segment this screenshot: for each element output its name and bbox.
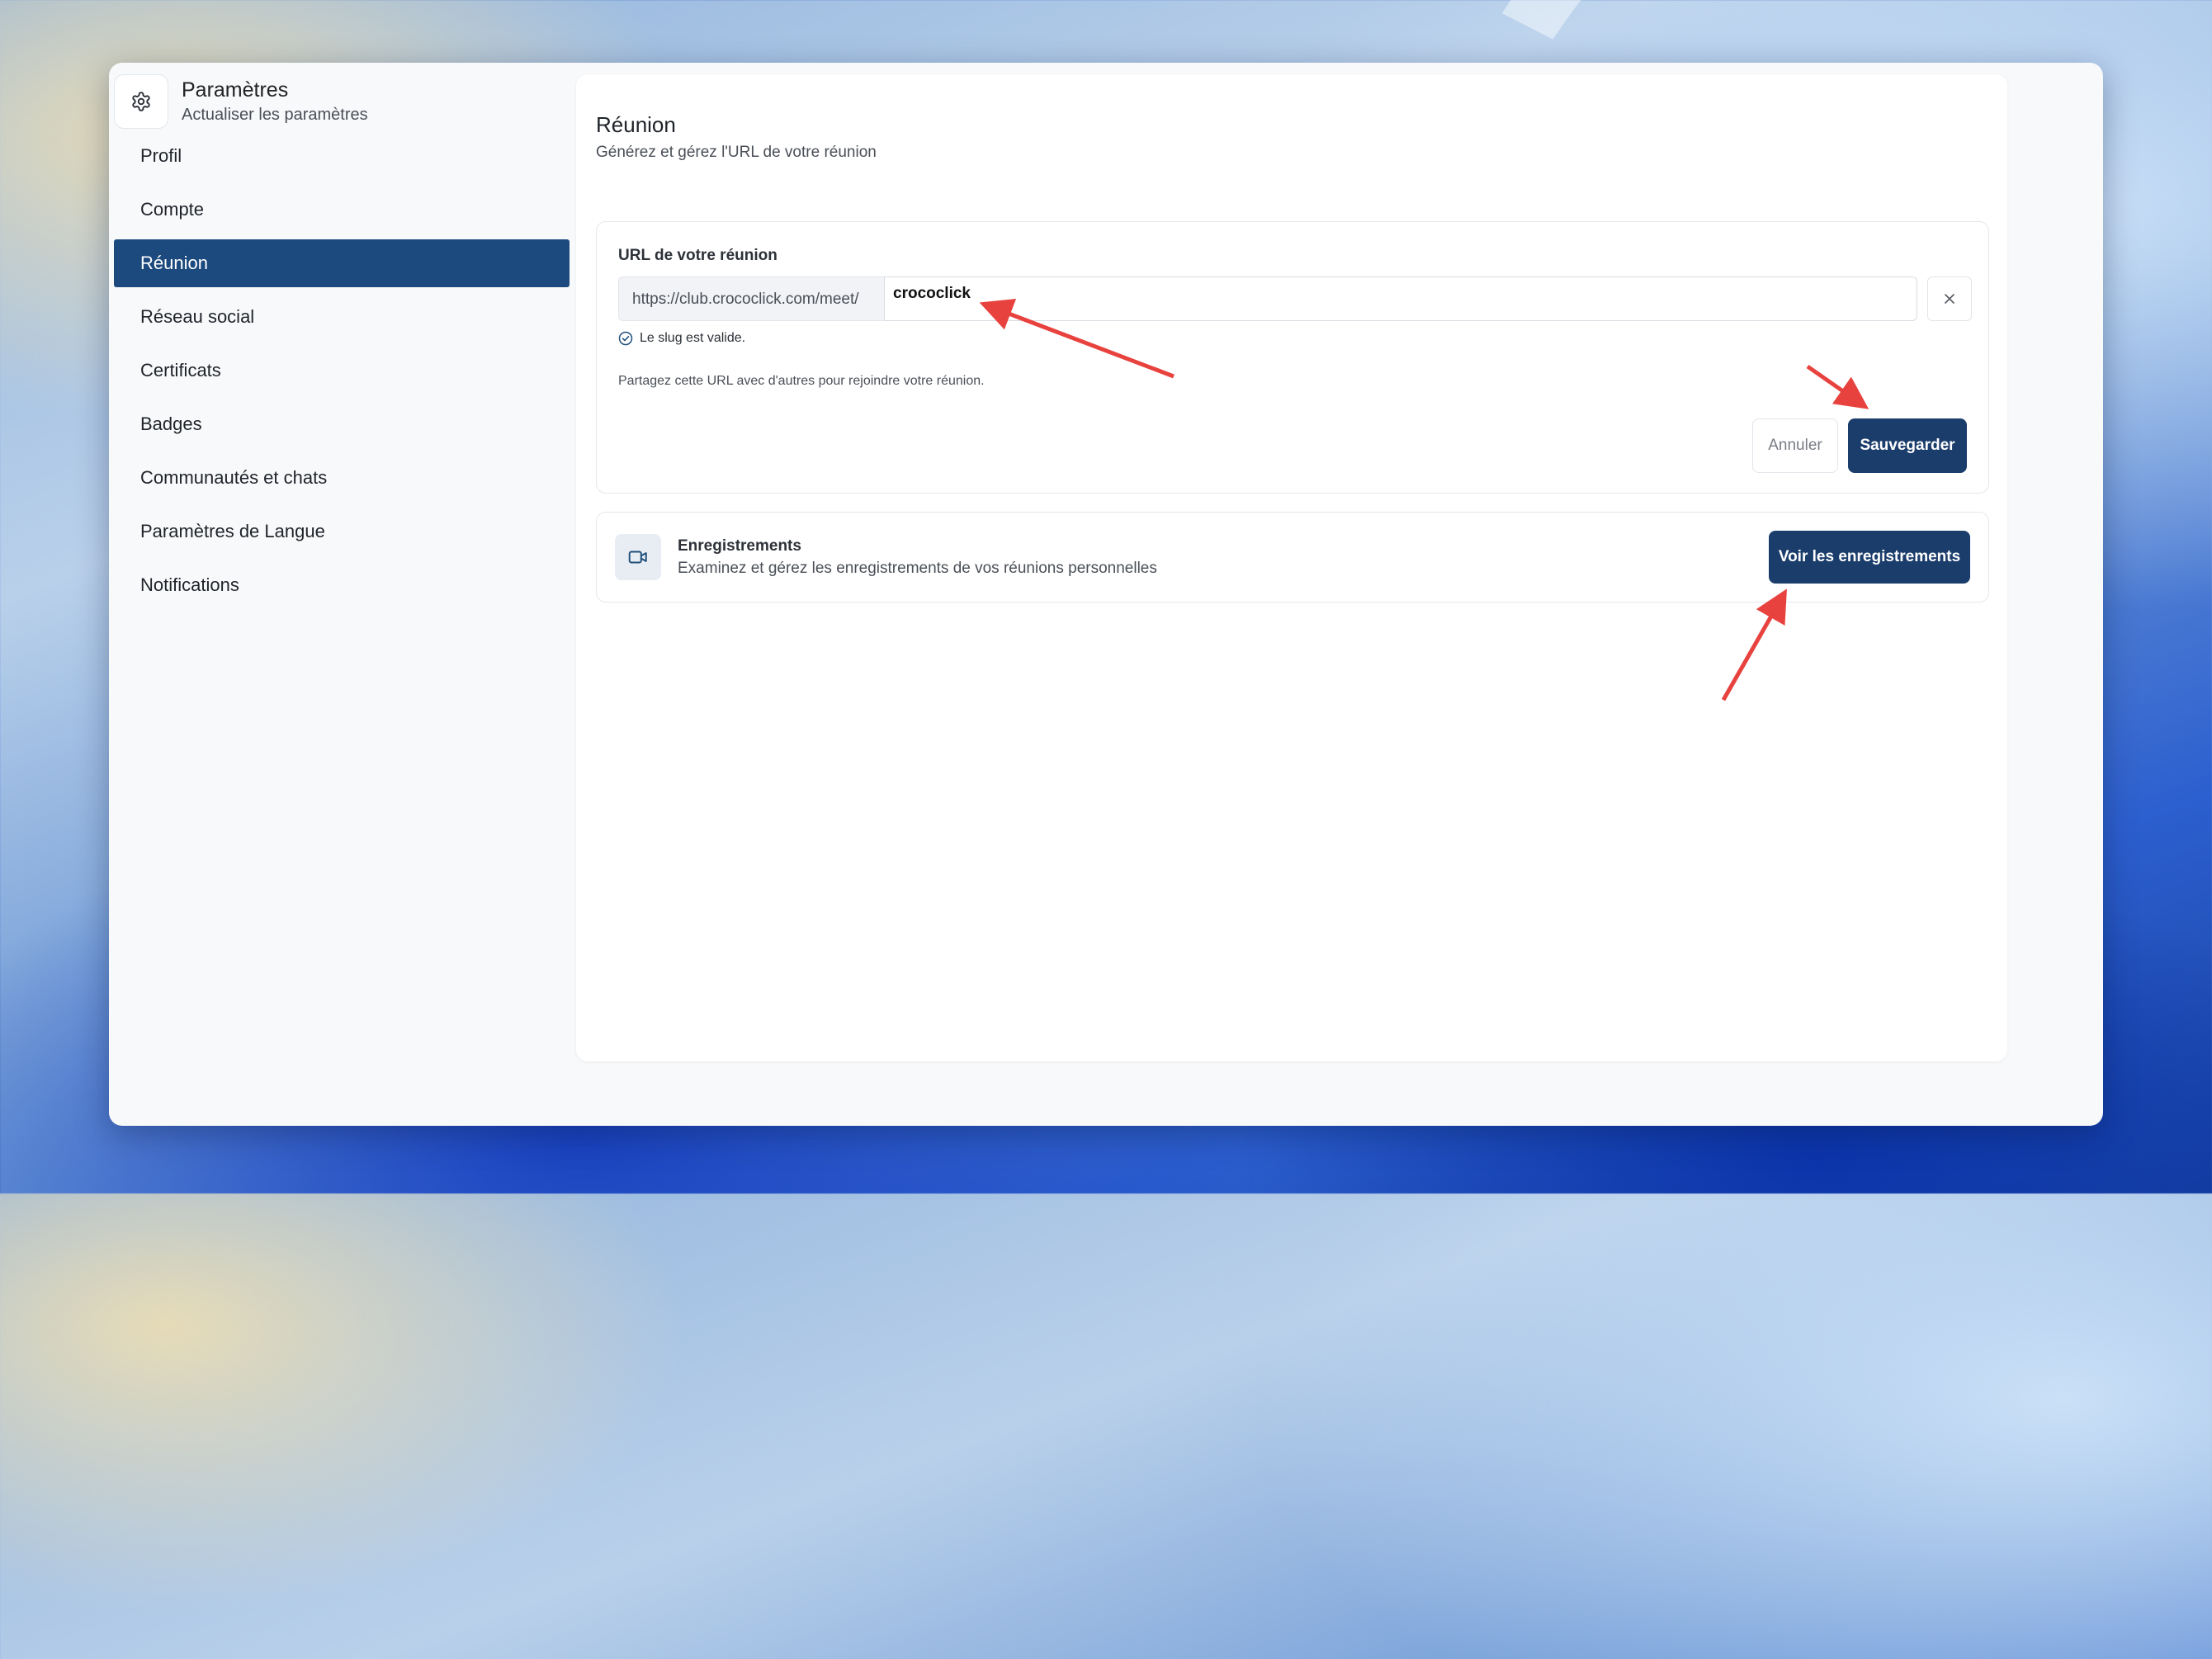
- sidebar-title: Paramètres: [182, 78, 289, 102]
- view-recordings-button[interactable]: Voir les enregistrements: [1769, 531, 1970, 584]
- url-field-row: https://club.crococlick.com/meet/: [618, 276, 1972, 321]
- sidebar-item-reunion[interactable]: Réunion: [114, 239, 570, 287]
- recordings-description: Examinez et gérez les enregistrements de…: [678, 560, 1157, 577]
- content-panel: Réunion Générez et gérez l'URL de votre …: [576, 74, 2007, 1061]
- settings-nav: Profil Compte Réunion Réseau social Cert…: [114, 132, 570, 609]
- save-button[interactable]: Sauvegarder: [1848, 418, 1967, 473]
- clear-slug-button[interactable]: [1927, 276, 1972, 321]
- validation-message: Le slug est valide.: [640, 331, 746, 345]
- slug-input[interactable]: [884, 276, 1917, 321]
- sidebar-item-reseau-social[interactable]: Réseau social: [114, 293, 570, 341]
- video-camera-icon: [615, 534, 661, 580]
- page-title: Réunion: [596, 112, 676, 137]
- close-icon: [1945, 294, 1954, 304]
- page-subtitle: Générez et gérez l'URL de votre réunion: [596, 144, 877, 161]
- sidebar-subtitle: Actualiser les paramètres: [182, 106, 368, 124]
- sidebar-item-badges[interactable]: Badges: [114, 400, 570, 448]
- cancel-button[interactable]: Annuler: [1752, 418, 1838, 473]
- slug-validation: Le slug est valide.: [618, 331, 745, 346]
- recordings-title: Enregistrements: [678, 537, 801, 555]
- check-circle-icon: [618, 331, 633, 346]
- settings-window: Paramètres Actualiser les paramètres Pro…: [109, 63, 2103, 1126]
- url-prefix: https://club.crococlick.com/meet/: [618, 276, 884, 321]
- sidebar-item-communautes[interactable]: Communautés et chats: [114, 454, 570, 502]
- meeting-url-card: URL de votre réunion https://club.crococ…: [596, 221, 1989, 494]
- sidebar-item-compte[interactable]: Compte: [114, 186, 570, 234]
- gear-icon: [114, 74, 168, 129]
- recordings-card: Enregistrements Examinez et gérez les en…: [596, 512, 1989, 603]
- sidebar-item-langue[interactable]: Paramètres de Langue: [114, 508, 570, 555]
- sidebar-item-certificats[interactable]: Certificats: [114, 347, 570, 395]
- sidebar-item-profil[interactable]: Profil: [114, 132, 570, 180]
- share-hint: Partagez cette URL avec d'autres pour re…: [618, 374, 985, 388]
- sidebar-header: Paramètres Actualiser les paramètres: [114, 74, 570, 129]
- settings-sidebar: Paramètres Actualiser les paramètres Pro…: [114, 74, 570, 615]
- url-field-label: URL de votre réunion: [618, 247, 778, 264]
- sidebar-item-notifications[interactable]: Notifications: [114, 561, 570, 609]
